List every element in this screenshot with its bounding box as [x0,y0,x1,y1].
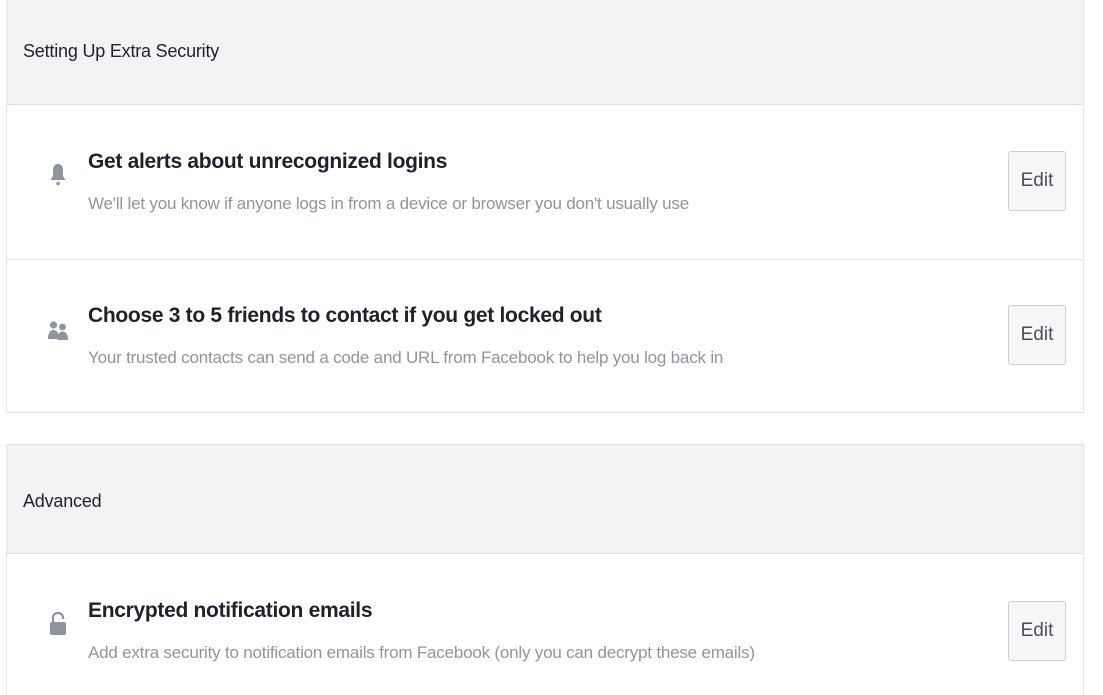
lock-icon [47,611,69,637]
setting-row-login-alerts: Get alerts about unrecognized logins We'… [7,105,1083,259]
section-title: Setting Up Extra Security [23,41,220,61]
section-title: Advanced [23,491,102,511]
setting-description: Your trusted contacts can send a code an… [88,348,724,367]
extra-security-section: Setting Up Extra Security Get alerts abo… [6,0,1084,413]
setting-row-trusted-contacts: Choose 3 to 5 friends to contact if you … [7,260,1083,412]
friends-icon [47,318,69,344]
setting-title: Get alerts about unrecognized logins [88,150,448,173]
setting-description: Add extra security to notification email… [88,643,755,662]
edit-login-alerts-button[interactable]: Edit [1008,151,1066,211]
setting-title: Encrypted notification emails [88,599,373,622]
edit-trusted-contacts-button[interactable]: Edit [1008,305,1066,365]
bell-icon [47,162,69,188]
setting-title: Choose 3 to 5 friends to contact if you … [88,304,602,327]
advanced-section: Advanced Encrypted notification emails A… [6,444,1084,695]
advanced-header: Advanced [7,445,1083,554]
setting-row-encrypted-emails: Encrypted notification emails Add extra … [7,554,1083,695]
setting-description: We'll let you know if anyone logs in fro… [88,194,689,213]
edit-encrypted-emails-button[interactable]: Edit [1008,601,1066,661]
extra-security-header: Setting Up Extra Security [7,0,1083,105]
